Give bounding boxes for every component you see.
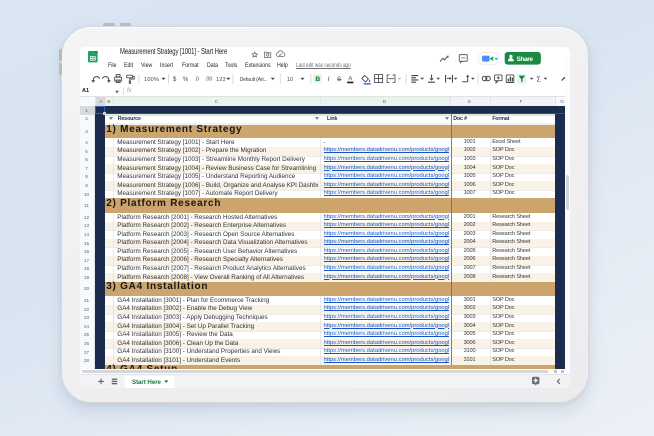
svg-text:Default (Ari...: Default (Ari... (240, 76, 268, 82)
svg-text:I: I (328, 76, 330, 83)
svg-text:%: % (183, 77, 189, 83)
svg-text:.00: .00 (205, 76, 213, 82)
svg-text:Σ: Σ (537, 76, 542, 83)
svg-text:A: A (348, 75, 353, 82)
svg-text:.0: .0 (194, 76, 199, 82)
svg-text:$: $ (173, 77, 177, 83)
svg-text:Share: Share (517, 56, 534, 63)
svg-text:100%: 100% (144, 76, 159, 82)
svg-text:123: 123 (216, 76, 226, 82)
svg-text:Start Here: Start Here (132, 379, 162, 386)
svg-text:10: 10 (287, 76, 293, 82)
svg-text:B: B (315, 76, 320, 83)
svg-text:S: S (337, 76, 342, 83)
